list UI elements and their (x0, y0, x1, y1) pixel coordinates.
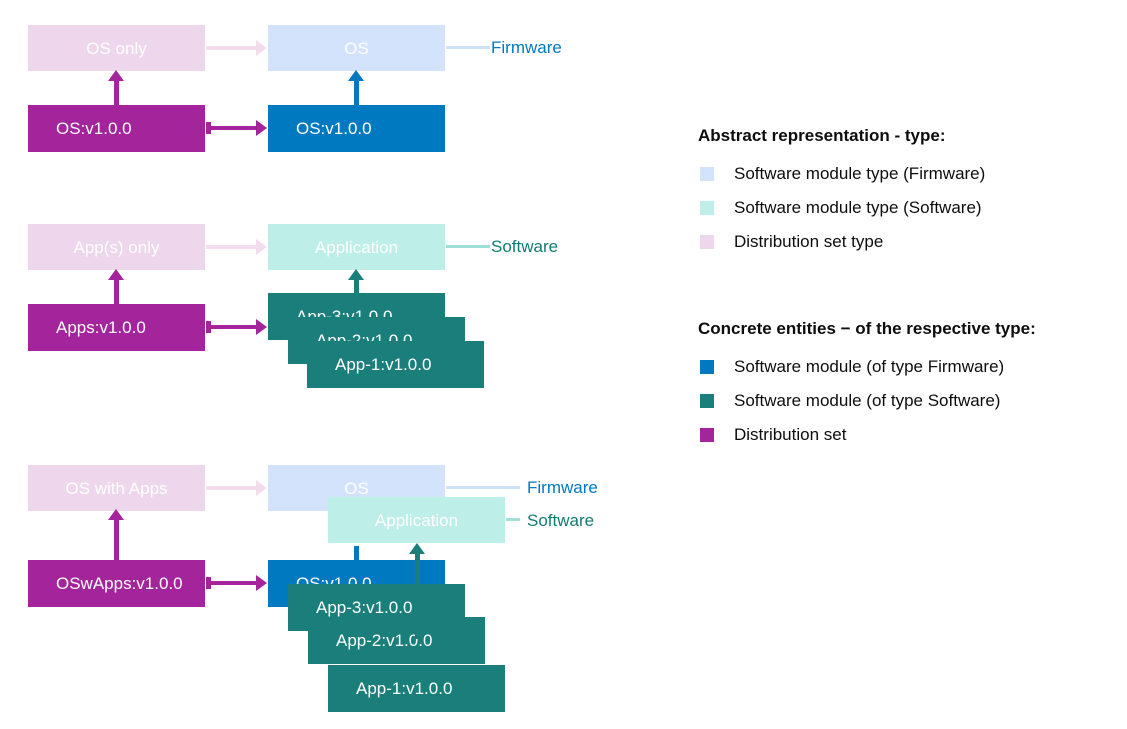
type-box-os-with-apps: OS with Apps (28, 465, 205, 511)
legend-item-software-module-firmware: Software module (of type Firmware) (700, 357, 1004, 377)
arrow-shaft (114, 278, 119, 305)
arrow-head (256, 239, 267, 255)
legend-item-label: Software module (of type Firmware) (734, 357, 1005, 376)
arrow-head (256, 480, 267, 496)
legend-item-label: Software module (of type Software) (734, 391, 1001, 410)
legend-item-label: Distribution set type (734, 232, 884, 251)
arrow-distset-to-module-3 (206, 575, 267, 591)
arrow-type-to-module-type-2 (206, 239, 267, 255)
arrow-distset-to-module-1 (206, 120, 267, 136)
arrow-app-module-to-application-type-3 (409, 543, 425, 639)
type-label-firmware-1: Firmware (491, 38, 562, 57)
arrow-distset-to-type-3 (108, 509, 124, 561)
arrow-distset-to-type-2 (108, 269, 124, 305)
diagram-canvas: OS only OS Firmware OS:v1.0.0 OS:v1.0.0 … (0, 0, 1127, 729)
leader-line-firmware-1 (446, 46, 490, 49)
connector-os-module-to-os-type-3 (354, 546, 359, 560)
legend-item-label: Distribution set (734, 425, 847, 444)
legend-heading-abstract: Abstract representation - type: (698, 126, 946, 145)
arrow-head (256, 40, 267, 56)
leader-line-software-3 (506, 518, 520, 521)
arrow-shaft (206, 486, 256, 490)
type-box-apps-only: App(s) only (28, 224, 205, 270)
arrow-shaft (114, 518, 119, 561)
module-type-box-os-firmware-1: OS (268, 25, 445, 71)
arrow-shaft (210, 126, 256, 130)
arrow-head (256, 575, 267, 591)
arrow-type-to-module-type-1 (206, 40, 267, 56)
type-label-software-2: Software (491, 237, 559, 256)
type-box-os-only: OS only (28, 25, 205, 71)
software-module-os-v1: OS:v1.0.0 (268, 105, 445, 152)
arrow-shaft (210, 581, 256, 585)
leader-line-software-2 (446, 245, 490, 248)
arrow-shaft (210, 325, 256, 329)
arrow-shaft (114, 79, 119, 106)
module-type-box-application-2: Application (268, 224, 445, 270)
software-module-app1-v1-g2: App-1:v1.0.0 (307, 341, 484, 388)
arrow-shaft (354, 79, 359, 106)
legend-item-label: Software module type (Software) (734, 198, 982, 217)
legend-swatch-icon (700, 394, 714, 408)
arrow-head (256, 120, 267, 136)
legend-item-software-module-type-software: Software module type (Software) (700, 198, 982, 218)
type-label-firmware-3: Firmware (527, 478, 598, 497)
legend-swatch-icon (700, 167, 714, 181)
module-type-box-application-3: Application (328, 497, 505, 543)
arrow-shaft (206, 245, 256, 249)
arrow-module-to-module-type-1 (348, 70, 364, 106)
legend-item-distribution-set-type: Distribution set type (700, 232, 883, 252)
legend-swatch-icon (700, 360, 714, 374)
arrow-head (256, 319, 267, 335)
legend-item-distribution-set: Distribution set (700, 425, 846, 445)
legend-item-software-module-type-firmware: Software module type (Firmware) (700, 164, 985, 184)
arrow-type-to-module-type-3 (206, 480, 267, 496)
distribution-set-os-v1: OS:v1.0.0 (28, 105, 205, 152)
distribution-set-oswapps-v1: OSwApps:v1.0.0 (28, 560, 205, 607)
arrow-distset-to-type-1 (108, 70, 124, 106)
legend-swatch-icon (700, 201, 714, 215)
type-label-software-3: Software (527, 511, 595, 530)
leader-line-firmware-3 (446, 486, 520, 489)
arrow-distset-to-module-2 (206, 319, 267, 335)
legend-heading-concrete: Concrete entities − of the respective ty… (698, 319, 1036, 338)
legend-swatch-icon (700, 235, 714, 249)
legend-swatch-icon (700, 428, 714, 442)
software-module-app1-v1-g3: App-1:v1.0.0 (328, 665, 505, 712)
legend-item-label: Software module type (Firmware) (734, 164, 986, 183)
legend-item-software-module-software: Software module (of type Software) (700, 391, 1000, 411)
arrow-shaft (206, 46, 256, 50)
software-module-app2-v1-g3: App-2:v1.0.0 (308, 617, 485, 664)
distribution-set-apps-v1: Apps:v1.0.0 (28, 304, 205, 351)
arrow-shaft (415, 552, 420, 639)
